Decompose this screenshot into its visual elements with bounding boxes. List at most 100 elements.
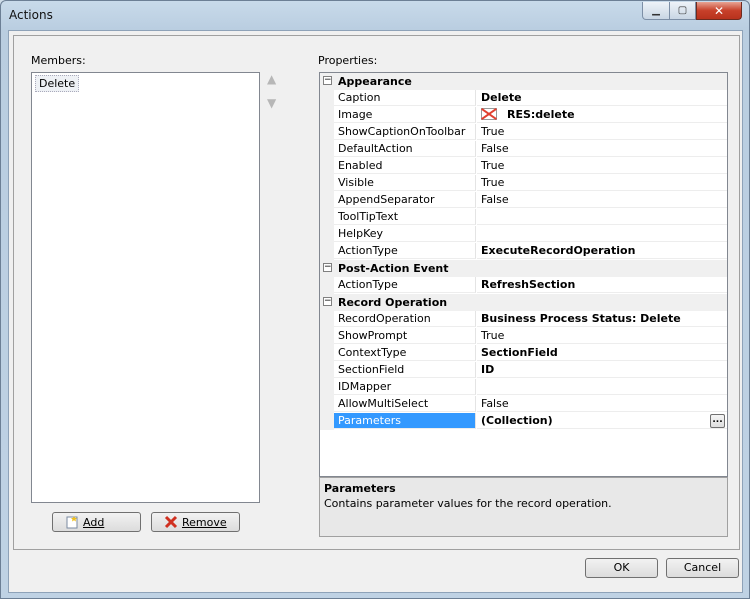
property-row[interactable]: AppendSeparator False bbox=[320, 192, 727, 209]
property-row[interactable]: SectionField ID bbox=[320, 362, 727, 379]
property-row[interactable]: ToolTipText bbox=[320, 209, 727, 226]
property-value[interactable]: ExecuteRecordOperation bbox=[477, 243, 727, 259]
property-row[interactable]: HelpKey bbox=[320, 226, 727, 243]
row-gutter bbox=[320, 243, 334, 260]
close-button[interactable]: ✕ bbox=[696, 2, 742, 20]
add-button-label: Add bbox=[83, 515, 105, 529]
ellipsis-button[interactable]: ... bbox=[710, 414, 725, 428]
collapse-icon[interactable]: − bbox=[323, 297, 332, 306]
description-title: Parameters bbox=[324, 482, 396, 495]
row-gutter bbox=[320, 277, 334, 294]
property-value[interactable]: True bbox=[477, 124, 727, 140]
minimize-button[interactable]: ▁ bbox=[642, 2, 670, 20]
content-panel: Members: Delete ▲ ▼ Add Remove Propertie… bbox=[13, 35, 740, 550]
property-value[interactable]: (Collection)... bbox=[477, 413, 727, 429]
add-icon bbox=[65, 515, 79, 529]
property-value[interactable]: True bbox=[477, 328, 727, 344]
property-value[interactable]: RES:delete bbox=[477, 107, 727, 123]
property-value-text: False bbox=[481, 142, 509, 155]
property-row[interactable]: Enabled True bbox=[320, 158, 727, 175]
cancel-button[interactable]: Cancel bbox=[666, 558, 739, 578]
property-value[interactable]: ID bbox=[477, 362, 727, 378]
property-row[interactable]: Caption Delete bbox=[320, 90, 727, 107]
property-value-text: True bbox=[481, 176, 505, 189]
broken-image-icon bbox=[481, 108, 497, 120]
actions-dialog: Actions ▁ ▢ ✕ Members: Delete ▲ ▼ Add Re… bbox=[0, 0, 750, 599]
property-row[interactable]: AllowMultiSelect False bbox=[320, 396, 727, 413]
row-gutter bbox=[320, 192, 334, 209]
property-value-text: Business Process Status: Delete bbox=[481, 312, 681, 325]
list-item[interactable]: Delete bbox=[35, 75, 80, 92]
row-gutter bbox=[320, 379, 334, 396]
row-gutter bbox=[320, 345, 334, 362]
property-value[interactable] bbox=[477, 209, 727, 225]
members-list[interactable]: Delete bbox=[31, 72, 260, 503]
property-name: Parameters bbox=[334, 413, 476, 429]
maximize-icon: ▢ bbox=[677, 5, 688, 16]
property-value[interactable]: False bbox=[477, 396, 727, 412]
minimize-icon: ▁ bbox=[652, 5, 660, 16]
property-grid[interactable]: − Appearance Caption Delete Image RES:delete S… bbox=[319, 72, 728, 477]
property-row[interactable]: ActionType RefreshSection bbox=[320, 277, 727, 294]
property-name: ActionType bbox=[334, 243, 476, 259]
row-gutter bbox=[320, 107, 334, 124]
row-gutter bbox=[320, 311, 334, 328]
move-up-arrow-icon[interactable]: ▲ bbox=[267, 72, 276, 86]
property-row[interactable]: ShowCaptionOnToolbar True bbox=[320, 124, 727, 141]
close-icon: ✕ bbox=[713, 3, 725, 18]
property-value[interactable]: True bbox=[477, 158, 727, 174]
property-row[interactable]: Visible True bbox=[320, 175, 727, 192]
property-value-text: True bbox=[481, 159, 505, 172]
remove-button-label: Remove bbox=[182, 515, 227, 529]
property-value[interactable] bbox=[477, 379, 727, 395]
collapse-icon[interactable]: − bbox=[323, 263, 332, 272]
description-text: Contains parameter values for the record… bbox=[324, 497, 612, 510]
property-name: ContextType bbox=[334, 345, 476, 361]
property-row[interactable]: IDMapper bbox=[320, 379, 727, 396]
category-row[interactable]: − Post-Action Event bbox=[320, 260, 727, 277]
collapse-icon[interactable]: − bbox=[323, 76, 332, 85]
property-name: AppendSeparator bbox=[334, 192, 476, 208]
members-label: Members: bbox=[31, 54, 86, 67]
property-row[interactable]: Image RES:delete bbox=[320, 107, 727, 124]
dialog-client-area: Members: Delete ▲ ▼ Add Remove Propertie… bbox=[8, 30, 743, 593]
row-gutter bbox=[320, 158, 334, 175]
category-row[interactable]: − Record Operation bbox=[320, 294, 727, 311]
property-name: ShowCaptionOnToolbar bbox=[334, 124, 476, 140]
property-row[interactable]: ContextType SectionField bbox=[320, 345, 727, 362]
property-row[interactable]: DefaultAction False bbox=[320, 141, 727, 158]
row-gutter bbox=[320, 141, 334, 158]
remove-button[interactable]: Remove bbox=[151, 512, 240, 532]
property-row[interactable]: ActionType ExecuteRecordOperation bbox=[320, 243, 727, 260]
property-value-text: SectionField bbox=[481, 346, 558, 359]
property-value[interactable]: SectionField bbox=[477, 345, 727, 361]
title-bar[interactable]: Actions ▁ ▢ ✕ bbox=[1, 1, 749, 29]
property-value[interactable]: False bbox=[477, 141, 727, 157]
row-gutter bbox=[320, 209, 334, 226]
property-row[interactable]: Parameters (Collection)... bbox=[320, 413, 727, 430]
property-name: Image bbox=[334, 107, 476, 123]
property-name: SectionField bbox=[334, 362, 476, 378]
property-row[interactable]: ShowPrompt True bbox=[320, 328, 727, 345]
category-name: Post-Action Event bbox=[338, 262, 449, 275]
property-value[interactable] bbox=[477, 226, 727, 242]
property-name: DefaultAction bbox=[334, 141, 476, 157]
category-row[interactable]: − Appearance bbox=[320, 73, 727, 90]
move-down-arrow-icon[interactable]: ▼ bbox=[267, 96, 276, 110]
property-name: ToolTipText bbox=[334, 209, 476, 225]
property-value[interactable]: Delete bbox=[477, 90, 727, 106]
property-row[interactable]: RecordOperation Business Process Status: … bbox=[320, 311, 727, 328]
property-value[interactable]: RefreshSection bbox=[477, 277, 727, 293]
ok-button[interactable]: OK bbox=[585, 558, 658, 578]
row-gutter bbox=[320, 413, 334, 430]
property-value[interactable]: True bbox=[477, 175, 727, 191]
property-value[interactable]: Business Process Status: Delete bbox=[477, 311, 727, 327]
property-description-panel: Parameters Contains parameter values for… bbox=[319, 477, 728, 537]
property-value[interactable]: False bbox=[477, 192, 727, 208]
add-button[interactable]: Add bbox=[52, 512, 141, 532]
property-value-text: False bbox=[481, 397, 509, 410]
property-name: IDMapper bbox=[334, 379, 476, 395]
property-value-text: Delete bbox=[481, 91, 522, 104]
maximize-button[interactable]: ▢ bbox=[669, 2, 696, 20]
property-value-text: ExecuteRecordOperation bbox=[481, 244, 636, 257]
